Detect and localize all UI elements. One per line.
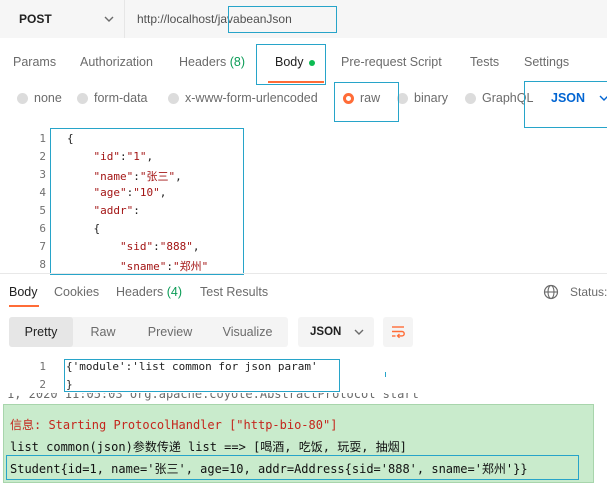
method-label: POST	[19, 12, 52, 26]
radio-circle-icon	[465, 92, 476, 104]
radio-circle-icon	[17, 92, 28, 104]
tab-prerequest-script[interactable]: Pre-request Script	[341, 55, 442, 69]
response-tab-cookies[interactable]: Cookies	[54, 285, 99, 299]
radio-none-label: none	[34, 91, 62, 105]
line-number: 7	[39, 240, 46, 253]
radio-form-data[interactable]: form-data	[77, 91, 148, 105]
line-number: 5	[39, 204, 46, 217]
tab-authorization-label: Authorization	[80, 55, 153, 69]
view-preview-button[interactable]: Preview	[133, 317, 207, 347]
console-partial-line: 1, 2020 11:05:03 org.apache.coyote.Abstr…	[3, 393, 594, 404]
body-tab-highlight-box	[256, 44, 326, 85]
radio-circle-icon	[168, 92, 179, 104]
response-tab-body[interactable]: Body	[9, 285, 38, 299]
radio-urlencoded-label: x-www-form-urlencoded	[185, 91, 318, 105]
tab-headers[interactable]: Headers (8)	[179, 55, 245, 69]
tab-tests[interactable]: Tests	[470, 55, 499, 69]
editor-divider	[0, 273, 607, 274]
code-highlight-box	[50, 128, 244, 275]
view-raw-button[interactable]: Raw	[73, 317, 133, 347]
status-label: Status:	[570, 285, 607, 299]
wrap-lines-button[interactable]	[383, 317, 413, 347]
radio-circle-icon	[77, 92, 88, 104]
line-number: 2	[39, 150, 46, 163]
tab-params-label: Params	[13, 55, 57, 69]
response-line-number: 2	[39, 378, 46, 391]
console-line-info: 信息: Starting ProtocolHandler ["http-bio-…	[10, 418, 338, 432]
wrap-lines-icon	[392, 326, 405, 339]
radio-none[interactable]: none	[17, 91, 62, 105]
response-language-dropdown[interactable]: JSON	[298, 317, 374, 347]
response-tab-test-results[interactable]: Test Results	[200, 285, 268, 299]
view-pretty-button[interactable]: Pretty	[9, 317, 73, 347]
console-line-list: list common(json)参数传递 list ==> [喝酒, 吃饭, …	[10, 440, 407, 454]
tab-settings[interactable]: Settings	[524, 55, 569, 69]
tab-settings-label: Settings	[524, 55, 570, 69]
console-highlight-box	[6, 455, 579, 480]
url-input[interactable]: http://localhost/javabeanJson	[125, 0, 607, 38]
url-highlight-box	[228, 6, 337, 33]
response-tab-headers-count: (4)	[166, 285, 183, 299]
radio-form-data-label: form-data	[94, 91, 148, 105]
response-tab-headers-label: Headers	[116, 285, 164, 299]
view-preview-label: Preview	[147, 325, 193, 339]
raw-highlight-box	[334, 82, 399, 122]
tab-headers-label: Headers	[179, 55, 227, 69]
tab-tests-label: Tests	[470, 55, 500, 69]
globe-icon[interactable]	[543, 284, 559, 300]
line-number: 1	[39, 132, 46, 145]
chevron-down-icon	[104, 16, 114, 22]
tab-authorization[interactable]: Authorization	[80, 55, 153, 69]
line-number: 8	[39, 258, 46, 271]
tab-prerequest-label: Pre-request Script	[341, 55, 442, 69]
view-visualize-label: Visualize	[222, 325, 273, 339]
tab-headers-count: (8)	[229, 55, 246, 69]
response-tab-cookies-label: Cookies	[54, 285, 100, 299]
active-response-tab-underline	[9, 305, 39, 307]
line-number: 4	[39, 186, 46, 199]
chevron-down-icon	[354, 329, 364, 335]
radio-binary-label: binary	[414, 91, 449, 105]
response-tab-headers[interactable]: Headers (4)	[116, 285, 182, 299]
method-selector[interactable]: POST	[0, 0, 125, 38]
radio-urlencoded[interactable]: x-www-form-urlencoded	[168, 91, 318, 105]
response-tab-body-label: Body	[9, 285, 38, 299]
response-tab-test-results-label: Test Results	[200, 285, 269, 299]
line-number: 6	[39, 222, 46, 235]
text-caret	[385, 372, 386, 377]
console-partial-text: 1, 2020 11:05:03 org.apache.coyote.Abstr…	[7, 393, 419, 401]
view-raw-label: Raw	[90, 325, 116, 339]
language-highlight-box	[524, 81, 607, 128]
line-number: 3	[39, 168, 46, 181]
response-highlight-box	[64, 359, 340, 392]
view-visualize-button[interactable]: Visualize	[207, 317, 288, 347]
tab-params[interactable]: Params	[13, 55, 56, 69]
response-language-label: JSON	[310, 326, 342, 338]
response-line-number: 1	[39, 360, 46, 373]
radio-binary[interactable]: binary	[397, 91, 448, 105]
view-pretty-label: Pretty	[24, 325, 58, 339]
